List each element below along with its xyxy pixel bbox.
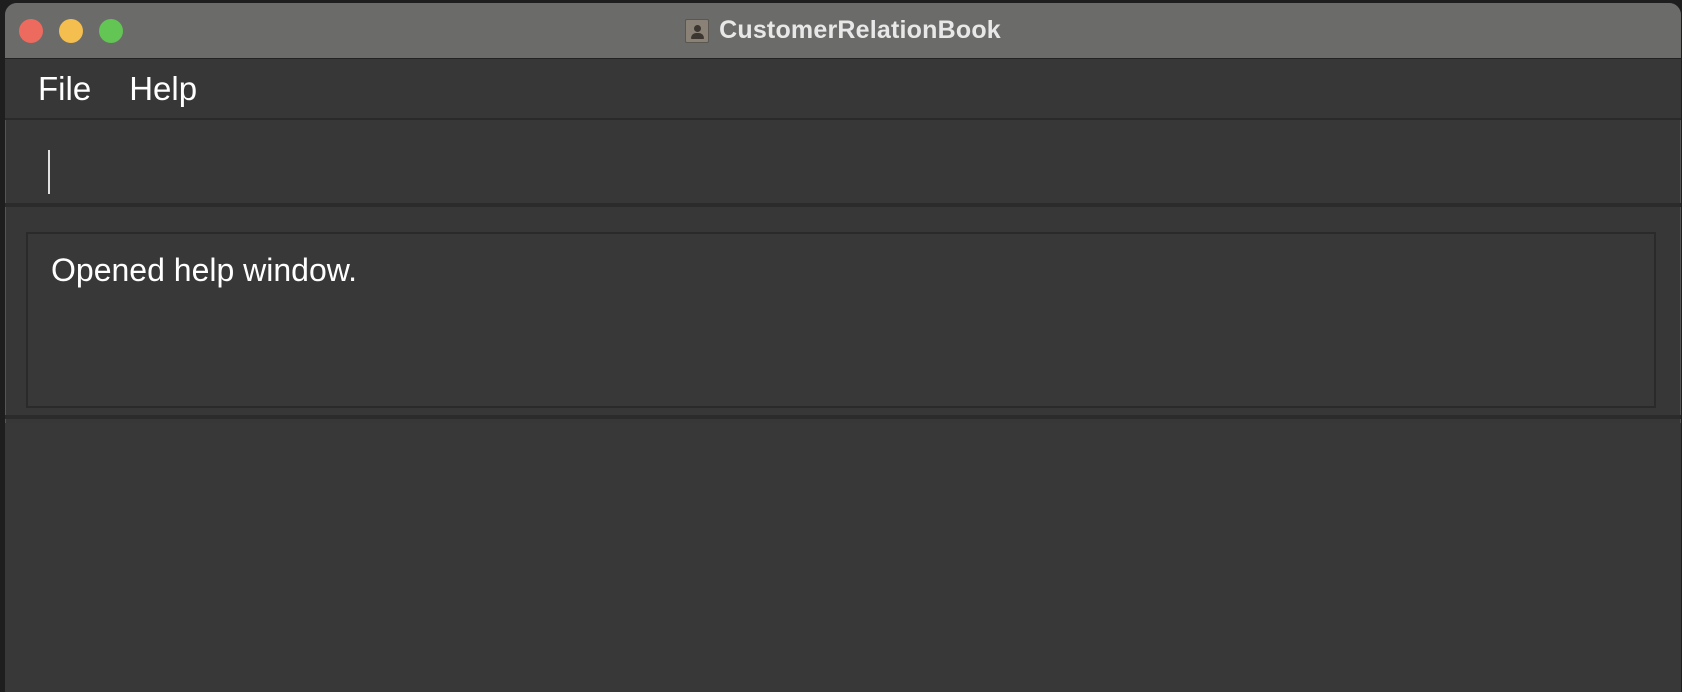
contact-book-icon [685, 18, 710, 43]
title-container: CustomerRelationBook [5, 3, 1681, 58]
menu-bar: File Help [5, 59, 1681, 120]
command-input[interactable] [28, 127, 1658, 205]
divider [5, 203, 1681, 207]
title-bar[interactable]: CustomerRelationBook [5, 3, 1681, 59]
result-display: Opened help window. [26, 232, 1656, 408]
window-title: CustomerRelationBook [719, 16, 1001, 44]
menu-file[interactable]: File [38, 70, 91, 108]
customer-list-panel[interactable] [5, 423, 1681, 692]
menu-help[interactable]: Help [129, 70, 197, 108]
app-window: CustomerRelationBook File Help Opened he… [5, 3, 1681, 692]
command-box [28, 127, 1658, 208]
result-message: Opened help window. [51, 252, 357, 288]
divider [5, 415, 1681, 419]
text-caret [48, 150, 50, 194]
